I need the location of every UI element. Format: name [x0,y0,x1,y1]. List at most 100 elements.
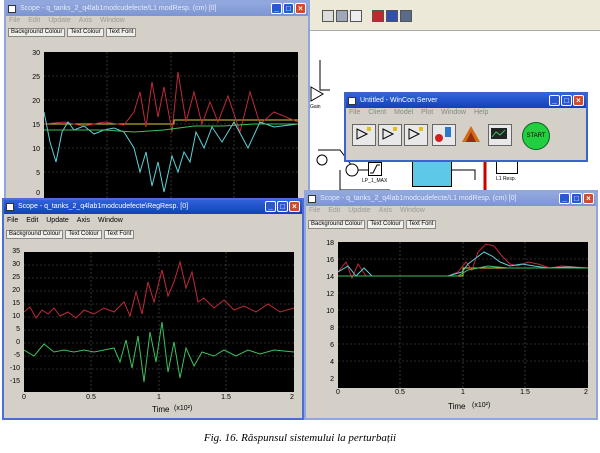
run-model-button[interactable] [404,124,428,146]
y-tick: 35 [12,248,20,255]
download-button[interactable] [378,124,402,146]
menu-axis[interactable]: Axis [379,207,392,214]
menu-help[interactable]: Help [474,109,488,116]
scope3-plot[interactable] [337,242,589,388]
y-tick: 4 [330,359,334,366]
x-tick: 1 [157,394,161,401]
y-tick: 10 [326,308,334,315]
menu-file[interactable]: File [7,217,18,224]
gain-block[interactable] [310,86,324,102]
lpmax-block[interactable] [368,162,382,176]
tab-background-colour[interactable]: Background Colour [308,220,366,229]
scope1-window[interactable]: Scope - q_tanks_2_q4lab1modcudefecte/L1 … [4,0,310,200]
matlab-button[interactable] [460,124,482,144]
x-multiplier: (x10²) [472,402,491,409]
menu-update[interactable]: Update [46,217,69,224]
menu-file[interactable]: File [9,17,20,24]
menu-plot[interactable]: Plot [421,109,433,116]
scope1-titlebar[interactable]: Scope - q_tanks_2_q4lab1modcudefecte/L1 … [6,2,308,16]
print-icon[interactable] [350,10,362,22]
menu-window[interactable]: Window [98,217,123,224]
scope-tool-button[interactable] [432,124,456,146]
scope2-titlebar[interactable]: Scope - q_tanks_2_q4lab1modcudefecte\Reg… [4,200,302,214]
maximize-button[interactable]: □ [283,3,294,14]
menu-axis[interactable]: Axis [77,217,90,224]
wincon-window[interactable]: Untitled - WinCon Server _ □ × File Clie… [344,92,588,162]
menu-edit[interactable]: Edit [28,17,40,24]
maximize-button[interactable]: □ [277,201,288,212]
menu-update[interactable]: Update [48,17,71,24]
tab-text-font[interactable]: Text Font [405,220,437,229]
load-model-button[interactable] [352,124,376,146]
lib-icon[interactable] [322,10,334,22]
menu-edit[interactable]: Edit [26,217,38,224]
menu-window[interactable]: Window [400,207,425,214]
menu-model[interactable]: Model [394,109,413,116]
maximize-button[interactable]: □ [561,95,572,106]
menu-axis[interactable]: Axis [79,17,92,24]
tab-text-colour[interactable]: Text Colour [67,28,104,37]
scope-app-icon [6,203,14,211]
menu-edit[interactable]: Edit [328,207,340,214]
minimize-button[interactable]: _ [549,95,560,106]
y-tick: 2 [330,376,334,383]
tab-text-font[interactable]: Text Font [105,28,137,37]
scope3-menubar: File Edit Update Axis Window [306,206,596,216]
y-tick: 20 [32,98,40,105]
y-tick: 18 [326,240,334,247]
x-tick: 1 [461,389,465,396]
x-multiplier: (x10²) [174,405,193,412]
scope3-tabs: Background Colour Text Colour Text Font [308,220,437,229]
scope2-window[interactable]: Scope - q_tanks_2_q4lab1modcudefecte\Reg… [2,198,304,420]
plot-button[interactable] [488,124,512,146]
menu-file[interactable]: File [349,109,360,116]
tab-background-colour[interactable]: Background Colour [6,230,64,239]
scope1-plot[interactable] [43,52,299,198]
close-button[interactable]: × [295,3,306,14]
model-toolbar [300,0,600,31]
menu-window[interactable]: Window [441,109,466,116]
debug-icon[interactable] [386,10,398,22]
close-button[interactable]: × [583,193,594,204]
scope3-titlebar[interactable]: Scope - q_tanks_2_q4lab1modcudefecte/L1 … [306,192,596,206]
y-tick: 5 [16,326,20,333]
maximize-button[interactable]: □ [571,193,582,204]
scope-app-icon [308,195,316,203]
close-button[interactable]: × [289,201,300,212]
wincon-menubar: File Client Model Plot Window Help [346,108,586,118]
monitor-icon [491,128,507,139]
setpoint-trace [338,267,588,277]
menu-file[interactable]: File [309,207,320,214]
scope2-plot[interactable] [23,252,295,392]
x-tick: 0.5 [86,394,96,401]
tab-text-colour[interactable]: Text Colour [65,230,102,239]
x-tick: 0 [336,389,340,396]
menu-update[interactable]: Update [348,207,371,214]
scope3-window[interactable]: Scope - q_tanks_2_q4lab1modcudefecte/L1 … [304,190,598,420]
menu-window[interactable]: Window [100,17,125,24]
y-tick: 25 [32,74,40,81]
y-tick: 12 [326,291,334,298]
y-tick: 30 [32,50,40,57]
close-button[interactable]: × [573,95,584,106]
tab-text-colour[interactable]: Text Colour [367,220,404,229]
x-tick: 1.5 [520,389,530,396]
tab-text-font[interactable]: Text Font [103,230,135,239]
download-icon [356,127,371,140]
y-tick: 5 [36,170,40,177]
tab-background-colour[interactable]: Background Colour [8,28,66,37]
menu-client[interactable]: Client [368,109,386,116]
scope2-menubar: File Edit Update Axis Window [4,216,302,226]
y-tick: -5 [13,352,20,359]
y-tick: -15 [9,378,20,385]
y-tick: 20 [12,287,20,294]
wincon-titlebar[interactable]: Untitled - WinCon Server _ □ × [346,94,586,108]
minimize-button[interactable]: _ [559,193,570,204]
minimize-button[interactable]: _ [271,3,282,14]
scope2-traces [23,252,295,392]
start-button[interactable]: START [522,122,550,150]
minimize-button[interactable]: _ [265,201,276,212]
save-icon[interactable] [336,10,348,22]
build-icon[interactable] [372,10,384,22]
model-icon[interactable] [400,10,412,22]
